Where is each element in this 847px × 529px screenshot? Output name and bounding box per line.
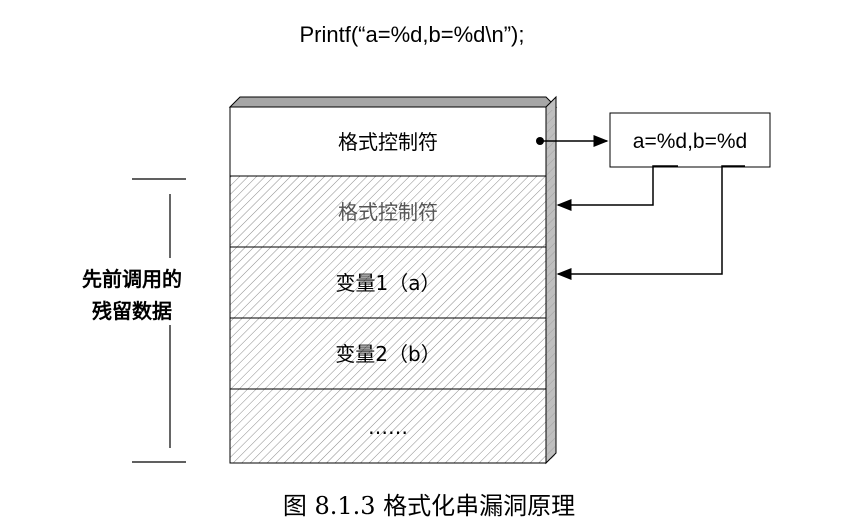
arrow-first-d: [556, 165, 678, 211]
stack-cell-3-label: 变量2（b）: [335, 342, 440, 366]
figure-caption: 图 8.1.3 格式化串漏洞原理: [283, 492, 575, 520]
stack-side-hatch: [547, 110, 555, 459]
stack-cell-1-label: 格式控制符: [338, 200, 438, 224]
format-string-text: a=%d,b=%d: [633, 130, 747, 153]
arrow-second-d: [556, 165, 745, 280]
code-line: Printf(“a=%d,b=%d\n”);: [300, 22, 525, 47]
stack-top-face: [228, 96, 558, 108]
format-string-diagram: Printf(“a=%d,b=%d\n”); 格式控制符 格式控制符 变量1（a…: [82, 22, 771, 520]
side-label-line-2: 残留数据: [92, 299, 172, 323]
stack-cell-4-label: ……: [368, 415, 408, 439]
side-label-line-1: 先前调用的: [82, 267, 182, 291]
stack-cell-2-label: 变量1（a）: [336, 271, 441, 295]
stack-cell-top-label: 格式控制符: [338, 130, 438, 154]
